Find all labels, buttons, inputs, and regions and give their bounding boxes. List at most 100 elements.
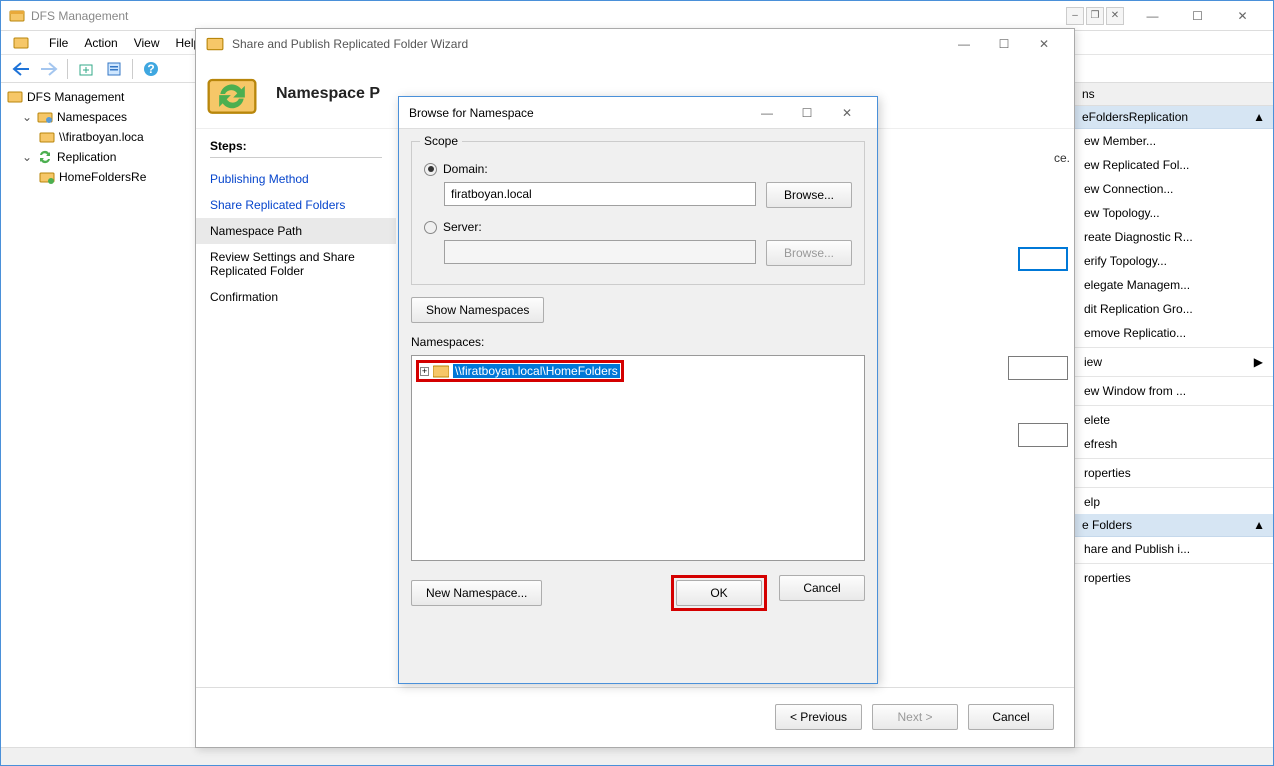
action-new-replicated-folder[interactable]: ew Replicated Fol...	[1074, 153, 1273, 177]
tree-repl-group[interactable]: HomeFoldersRe	[3, 167, 193, 187]
domain-value-text: firatboyan.local	[451, 187, 532, 201]
wizard-icon	[206, 35, 224, 53]
tree-panel: DFS Management ⌄ Namespaces \\firatboyan…	[1, 83, 196, 747]
namespace-item[interactable]: + \\firatboyan.local\HomeFolders	[416, 360, 860, 382]
action-group2-label: e Folders	[1082, 518, 1132, 532]
tree-root[interactable]: DFS Management	[3, 87, 193, 107]
new-namespace-button[interactable]: New Namespace...	[411, 580, 542, 606]
wizard-maximize-button[interactable]: ☐	[984, 30, 1024, 58]
action-group-replication[interactable]: eFoldersReplication ▲	[1074, 106, 1273, 129]
parent-folder-input-fragment[interactable]	[1018, 247, 1068, 271]
step-namespace-path[interactable]: Namespace Path	[196, 218, 396, 244]
back-button[interactable]	[9, 57, 33, 81]
action-view-label: iew	[1084, 355, 1102, 369]
action-new-connection[interactable]: ew Connection...	[1074, 177, 1273, 201]
tree-expand-icon[interactable]: +	[420, 367, 429, 376]
scope-label: Scope	[420, 134, 462, 148]
action-delegate-management[interactable]: elegate Managem...	[1074, 273, 1273, 297]
dialog-minimize-button[interactable]: —	[747, 99, 787, 127]
action-create-diagnostic[interactable]: reate Diagnostic R...	[1074, 225, 1273, 249]
dialog-titlebar: Browse for Namespace — ☐ ✕	[399, 97, 877, 129]
domain-radio[interactable]	[424, 163, 437, 176]
help-button[interactable]: ?	[139, 57, 163, 81]
action-edit-replication-group[interactable]: dit Replication Gro...	[1074, 297, 1273, 321]
menu-file[interactable]: File	[49, 36, 68, 50]
maximize-button[interactable]: ☐	[1175, 2, 1220, 30]
svg-text:?: ?	[147, 62, 154, 76]
action-new-member[interactable]: ew Member...	[1074, 129, 1273, 153]
wizard-footer: < Previous Next > Cancel	[196, 687, 1074, 745]
menu-view[interactable]: View	[134, 36, 160, 50]
action-new-window[interactable]: ew Window from ...	[1074, 379, 1273, 403]
actions-header: ns	[1074, 83, 1273, 106]
namespace-folder-icon	[433, 364, 449, 378]
previous-button[interactable]: < Previous	[775, 704, 862, 730]
tree-ns-item[interactable]: \\firatboyan.loca	[3, 127, 193, 147]
action-group-label: eFoldersReplication	[1082, 110, 1188, 124]
show-namespaces-button[interactable]: Show Namespaces	[411, 297, 544, 323]
action-delete[interactable]: elete	[1074, 408, 1273, 432]
action-share-publish[interactable]: hare and Publish i...	[1074, 537, 1273, 561]
action-group-folders[interactable]: e Folders ▲	[1074, 514, 1273, 537]
action-folder-properties[interactable]: roperties	[1074, 566, 1273, 590]
tree-namespaces[interactable]: ⌄ Namespaces	[3, 107, 193, 127]
tree-replication-label: Replication	[57, 150, 116, 164]
wizard-close-button[interactable]: ✕	[1024, 30, 1064, 58]
minimize-button[interactable]: —	[1130, 2, 1175, 30]
step-confirmation: Confirmation	[210, 284, 382, 310]
namespaces-label: Namespaces:	[411, 335, 484, 349]
domain-radio-label: Domain:	[443, 162, 488, 176]
dialog-maximize-button[interactable]: ☐	[787, 99, 827, 127]
mdi-restore-icon[interactable]: ❐	[1086, 7, 1104, 25]
app-icon	[13, 35, 29, 51]
properties-button[interactable]	[102, 57, 126, 81]
wizard-steps: Steps: Publishing Method Share Replicate…	[196, 129, 396, 687]
browse-namespace-dialog: Browse for Namespace — ☐ ✕ Scope Domain:…	[398, 96, 878, 684]
ns-folder-icon	[39, 129, 55, 145]
mdi-close-icon[interactable]: ✕	[1106, 7, 1124, 25]
ok-button[interactable]: OK	[676, 580, 762, 606]
dialog-cancel-button[interactable]: Cancel	[779, 575, 865, 601]
expander-icon[interactable]: ⌄	[21, 150, 33, 164]
forward-button[interactable]	[37, 57, 61, 81]
server-radio[interactable]	[424, 221, 437, 234]
wizard-title-text: Share and Publish Replicated Folder Wiza…	[232, 37, 944, 51]
steps-header: Steps:	[210, 139, 382, 158]
dialog-close-button[interactable]: ✕	[827, 99, 867, 127]
mdi-minimize-icon[interactable]: –	[1066, 7, 1084, 25]
replgroup-icon	[39, 169, 55, 185]
close-button[interactable]: ✕	[1220, 2, 1265, 30]
wizard-large-icon	[204, 66, 260, 122]
statusbar	[1, 747, 1273, 765]
submenu-arrow-icon: ▶	[1254, 355, 1263, 369]
step-publishing-method[interactable]: Publishing Method	[210, 166, 382, 192]
namespace-path-text: \\firatboyan.local\HomeFolders	[453, 364, 620, 378]
tree-ns-label: \\firatboyan.loca	[59, 130, 144, 144]
wizard-minimize-button[interactable]: —	[944, 30, 984, 58]
action-verify-topology[interactable]: erify Topology...	[1074, 249, 1273, 273]
action-view[interactable]: iew ▶	[1074, 350, 1273, 374]
server-browse-button: Browse...	[766, 240, 852, 266]
step-share-replicated-folders[interactable]: Share Replicated Folders	[210, 192, 382, 218]
action-refresh[interactable]: efresh	[1074, 432, 1273, 456]
domain-browse-button[interactable]: Browse...	[766, 182, 852, 208]
server-input	[444, 240, 756, 264]
tree-root-label: DFS Management	[27, 90, 124, 104]
new-folder-input-fragment[interactable]	[1008, 356, 1068, 380]
action-properties[interactable]: roperties	[1074, 461, 1273, 485]
domain-input[interactable]: firatboyan.local	[444, 182, 756, 206]
namespaces-list[interactable]: + \\firatboyan.local\HomeFolders	[411, 355, 865, 561]
action-new-topology[interactable]: ew Topology...	[1074, 201, 1273, 225]
scope-groupbox: Scope Domain: firatboyan.local Browse...…	[411, 141, 865, 285]
menu-action[interactable]: Action	[84, 36, 117, 50]
tree-repl-label: HomeFoldersRe	[59, 170, 146, 184]
dialog-footer: New Namespace... OK Cancel	[399, 561, 877, 625]
actions-panel: ns eFoldersReplication ▲ ew Member... ew…	[1073, 83, 1273, 747]
wizard-cancel-button[interactable]: Cancel	[968, 704, 1054, 730]
action-help[interactable]: elp	[1074, 490, 1273, 514]
tree-replication[interactable]: ⌄ Replication	[3, 147, 193, 167]
expander-icon[interactable]: ⌄	[21, 110, 33, 124]
up-button[interactable]	[74, 57, 98, 81]
action-remove-replication[interactable]: emove Replicatio...	[1074, 321, 1273, 345]
namespaces-icon	[37, 109, 53, 125]
